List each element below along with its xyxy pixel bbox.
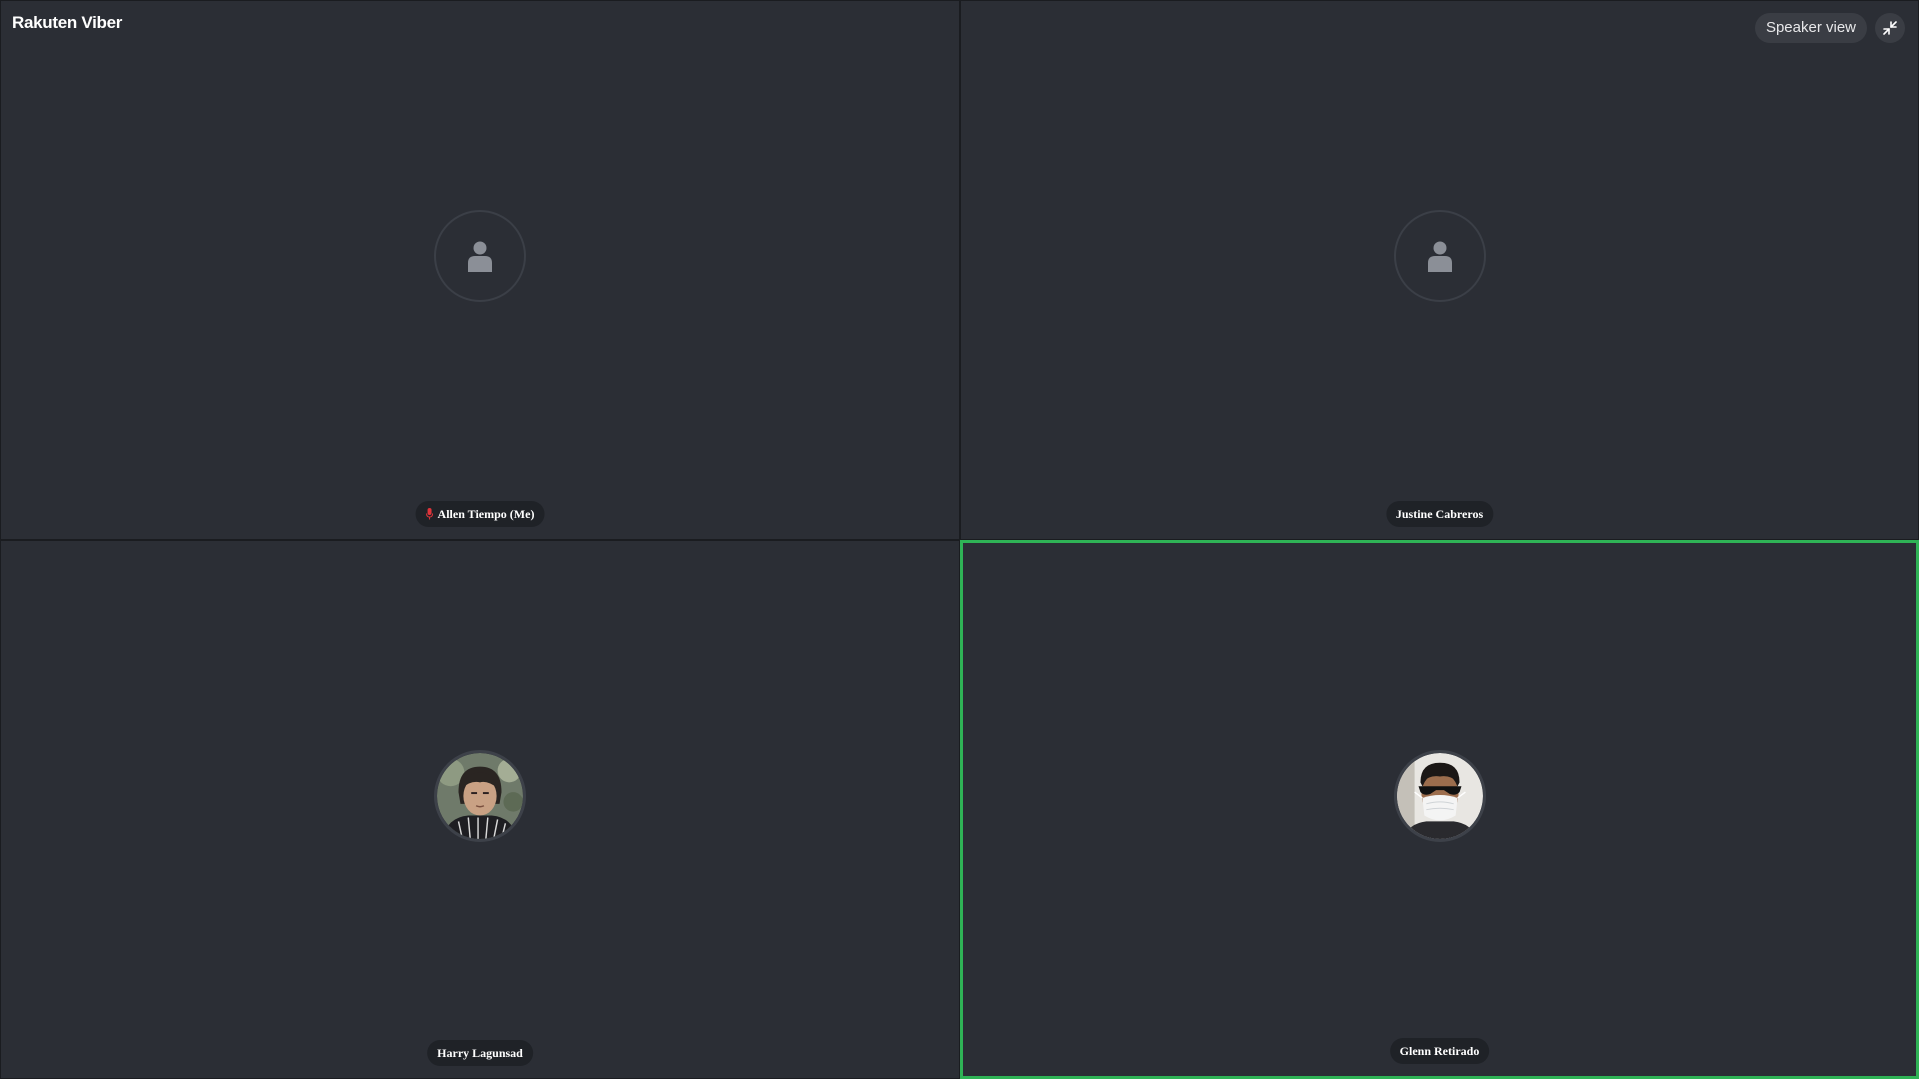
avatar <box>434 210 526 302</box>
collapse-arrows-icon <box>1883 21 1897 35</box>
video-call-window: Rakuten Viber Speaker view Allen Tiempo … <box>0 0 1919 1079</box>
profile-photo <box>437 752 523 839</box>
participant-name: Justine Cabreros <box>1395 507 1484 521</box>
muted-mic-icon <box>426 508 434 520</box>
participant-tile[interactable]: Harry Lagunsad <box>0 540 960 1079</box>
participant-name-tag: Allen Tiempo (Me) <box>415 501 545 527</box>
participant-tile-active-speaker[interactable]: Glenn Retirado <box>960 540 1919 1079</box>
participant-grid: Allen Tiempo (Me) Justine Cabreros Harry… <box>0 0 1919 1079</box>
participant-name: Allen Tiempo (Me) <box>437 507 535 521</box>
participant-name-tag: Glenn Retirado <box>1389 1038 1490 1064</box>
participant-name: Glenn Retirado <box>1399 1044 1480 1058</box>
fullscreen-toggle-button[interactable] <box>1875 13 1905 43</box>
default-person-icon <box>468 241 492 272</box>
view-controls: Speaker view <box>1754 13 1905 43</box>
participant-name-tag: Harry Lagunsad <box>427 1040 533 1066</box>
participant-tile[interactable]: Justine Cabreros <box>960 0 1919 540</box>
avatar <box>1393 210 1486 302</box>
avatar <box>1393 749 1486 842</box>
default-person-icon <box>1427 241 1452 272</box>
logo-text: Rakuten Viber <box>12 13 123 32</box>
avatar <box>434 749 526 842</box>
speaker-view-button[interactable]: Speaker view <box>1754 13 1867 43</box>
viber-logo: Rakuten Viber <box>12 13 122 33</box>
profile-photo <box>1396 752 1483 839</box>
participant-name-tag: Justine Cabreros <box>1385 501 1494 527</box>
participant-tile[interactable]: Allen Tiempo (Me) <box>0 0 960 540</box>
participant-name: Harry Lagunsad <box>437 1046 523 1060</box>
